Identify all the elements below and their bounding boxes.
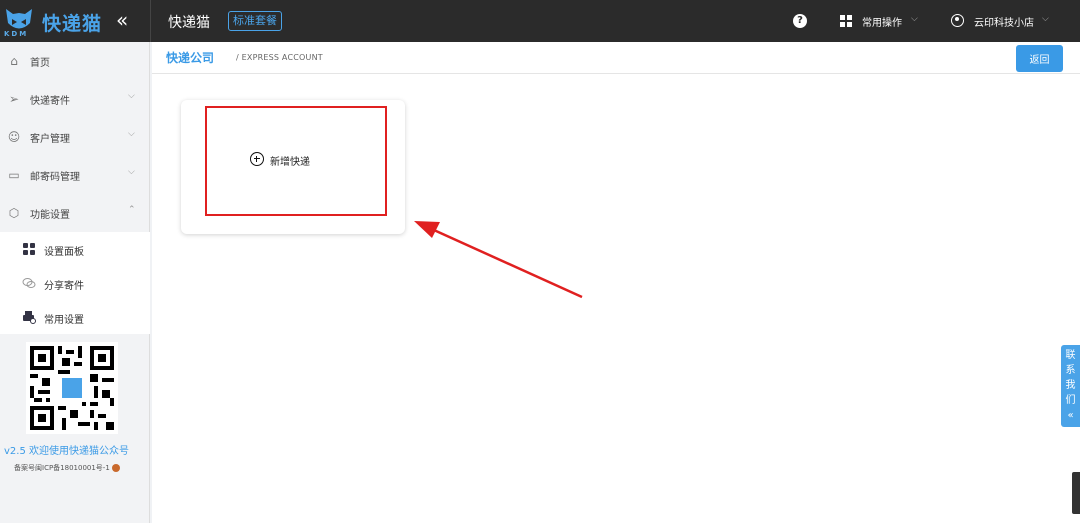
icp-text: 备案号闽ICP备18010001号-1 [14,463,120,473]
top-bar: KDM 快递猫 « 快递猫 标准套餐 ? 常用操作 ⌵ 云印科技小店 ⌵ [0,0,1080,42]
contact-char: 们 [1065,395,1076,406]
main-content: 快递公司 / EXPRESS ACCOUNT 返回 新增快递 [152,42,1080,523]
app-window: KDM 快递猫 « 快递猫 标准套餐 ? 常用操作 ⌵ 云印科技小店 ⌵ ⌂ 首… [0,0,1080,523]
chevron-down-icon[interactable]: ⌵ [1042,14,1049,24]
settings-icon: ⬡ [8,206,20,220]
sidebar-item-label: 快递寄件 [30,96,70,107]
sidebar-item-label: 客户管理 [30,134,70,145]
version-text: v2.5 欢迎使用快递猫公众号 [4,446,129,457]
chevron-down-icon: ⌵ [128,167,135,177]
sidebar-item-label: 常用设置 [44,315,84,326]
sidebar-item-label: 首页 [30,58,50,69]
sidebar-item-label: 邮寄码管理 [30,172,80,183]
add-express-label: 新增快递 [270,157,310,168]
share-icon [22,278,36,288]
user-icon: ☺ [7,130,21,144]
back-button[interactable]: 返回 [1016,45,1063,72]
expand-icon: « [1067,410,1074,421]
icp-number: 备案号闽ICP备18010001号-1 [14,464,110,472]
side-widget[interactable] [1072,472,1080,514]
sidebar-item-settings[interactable]: ⬡ 功能设置 ⌃ [0,194,150,232]
app-title: 快递猫 [168,15,210,31]
page-subtitle: / EXPRESS ACCOUNT [236,53,323,62]
printer-icon [23,311,36,324]
sidebar-item-settings-panel[interactable]: 设置面板 [0,232,150,266]
sidebar-item-home[interactable]: ⌂ 首页 [0,42,150,80]
code-icon: ▭ [8,168,20,182]
brand: KDM 快递猫 « [0,0,150,42]
common-ops-grid-icon[interactable] [840,15,852,27]
contact-char: 我 [1065,380,1076,391]
common-ops-menu[interactable]: 常用操作 [862,14,902,29]
grid-icon [23,243,35,255]
send-icon: ➢ [8,92,20,106]
settings-submenu: 设置面板 分享寄件 常用设置 [0,232,150,334]
brand-name: 快递猫 [42,13,103,35]
logo-text: KDM [4,30,29,38]
help-icon[interactable]: ? [793,14,807,28]
home-icon: ⌂ [10,54,18,68]
chevron-down-icon: ⌵ [128,129,135,139]
sidebar-item-common-settings[interactable]: 常用设置 [0,300,150,334]
sidebar-item-label: 功能设置 [30,210,70,221]
chevron-up-icon: ⌃ [128,205,136,215]
sidebar-item-label: 设置面板 [44,247,84,258]
contact-char: 联 [1065,350,1076,361]
add-express-button[interactable]: 新增快递 [205,106,387,216]
chevron-down-icon[interactable]: ⌵ [911,14,918,24]
top-divider [150,0,151,42]
chevron-down-icon: ⌵ [128,91,135,101]
sidebar: ⌂ 首页 ➢ 快递寄件 ⌵ ☺ 客户管理 ⌵ ▭ 邮寄码管理 ⌵ ⬡ 功能设置 … [0,42,150,523]
sidebar-item-mail-code[interactable]: ▭ 邮寄码管理 ⌵ [0,156,150,194]
sidebar-item-label: 分享寄件 [44,281,84,292]
sidebar-item-customers[interactable]: ☺ 客户管理 ⌵ [0,118,150,156]
add-express-card[interactable]: 新增快递 [181,100,405,234]
page-title: 快递公司 [166,51,215,65]
user-menu[interactable]: 云印科技小店 [974,14,1034,29]
sidebar-item-share-send[interactable]: 分享寄件 [0,266,150,300]
user-avatar-icon[interactable] [951,14,964,27]
collapse-sidebar-icon[interactable]: « [116,8,128,32]
contact-us-tab[interactable]: 联 系 我 们 « [1061,345,1080,427]
police-badge-icon [111,464,120,472]
breadcrumb: 快递公司 / EXPRESS ACCOUNT 返回 [152,42,1080,74]
qr-code-image [26,342,118,434]
sidebar-item-send[interactable]: ➢ 快递寄件 ⌵ [0,80,150,118]
contact-char: 系 [1065,365,1076,376]
plan-badge[interactable]: 标准套餐 [228,11,282,31]
plus-circle-icon [250,152,264,166]
